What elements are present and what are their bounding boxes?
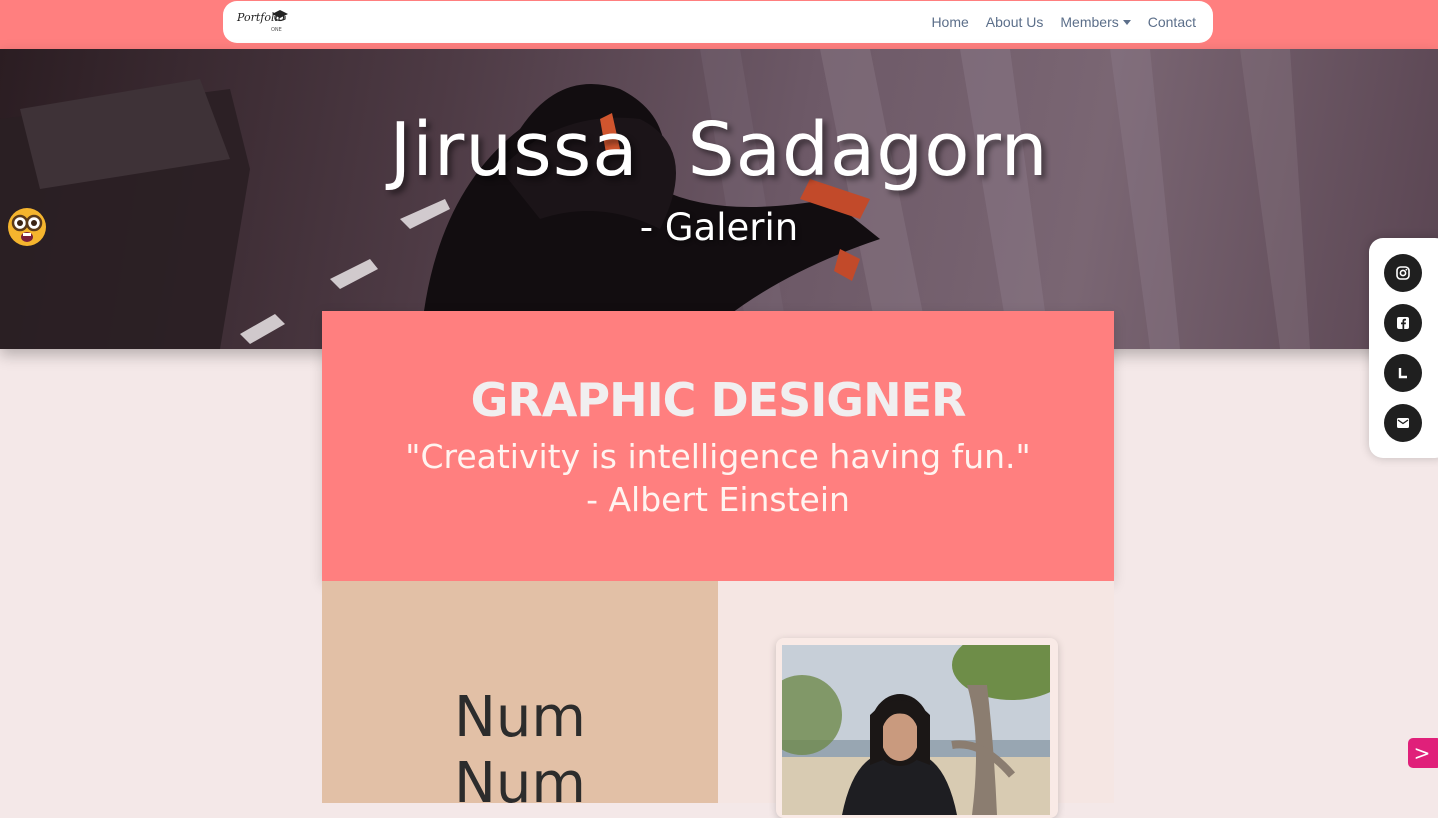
favorite-quote: "Creativity is intelligence having fun."… bbox=[322, 435, 1114, 521]
email-button[interactable] bbox=[1384, 404, 1422, 442]
profile-header-card: GRAPHIC DESIGNER "Creativity is intellig… bbox=[322, 311, 1114, 581]
big-nickname: Num Num bbox=[322, 685, 718, 817]
navbar: Portfolio ONE Home About Us Members Cont… bbox=[223, 1, 1213, 43]
big-nickname-line2: Num bbox=[454, 751, 586, 816]
quote-author: - Albert Einstein bbox=[586, 480, 850, 519]
instagram-button[interactable] bbox=[1384, 254, 1422, 292]
member-full-name: Jirussa Sadagorn bbox=[389, 107, 1049, 193]
line-button[interactable] bbox=[1384, 354, 1422, 392]
member-role: GRAPHIC DESIGNER bbox=[470, 373, 967, 427]
caret-down-icon bbox=[1122, 20, 1131, 25]
nerd-face-icon bbox=[8, 208, 46, 246]
social-sidebar bbox=[1369, 238, 1438, 458]
member-nickname: - Galerin bbox=[0, 206, 1438, 249]
big-nickname-line1: Num bbox=[454, 685, 586, 750]
hero-banner: Jirussa Sadagorn - Galerin bbox=[0, 49, 1438, 349]
logo-sub: ONE bbox=[271, 27, 282, 33]
member-nickname-text: - Galerin bbox=[639, 206, 799, 249]
next-member-button[interactable]: > bbox=[1408, 738, 1438, 768]
instagram-icon bbox=[1396, 266, 1410, 280]
nav-members-dropdown[interactable]: Members bbox=[1060, 14, 1131, 30]
profile-photo-panel bbox=[718, 581, 1114, 818]
photo-frame bbox=[776, 638, 1058, 818]
nav-home[interactable]: Home bbox=[931, 14, 968, 30]
nav-members-label: Members bbox=[1060, 14, 1119, 30]
nav-contact[interactable]: Contact bbox=[1148, 14, 1196, 30]
line-icon bbox=[1398, 368, 1407, 379]
hero-background-art bbox=[0, 49, 1310, 349]
email-icon bbox=[1397, 418, 1409, 428]
member-photo-art bbox=[782, 645, 1050, 815]
facebook-button[interactable] bbox=[1384, 304, 1422, 342]
member-photo bbox=[782, 645, 1050, 815]
quote-text: "Creativity is intelligence having fun." bbox=[405, 437, 1031, 476]
nav-about-us[interactable]: About Us bbox=[986, 14, 1044, 30]
profile-nickname-panel: Num Num bbox=[322, 581, 718, 816]
facebook-icon bbox=[1397, 317, 1409, 329]
graduation-cap-icon bbox=[272, 10, 288, 22]
logo[interactable]: Portfolio ONE bbox=[237, 9, 291, 35]
nav-links: Home About Us Members Contact bbox=[931, 1, 1196, 43]
